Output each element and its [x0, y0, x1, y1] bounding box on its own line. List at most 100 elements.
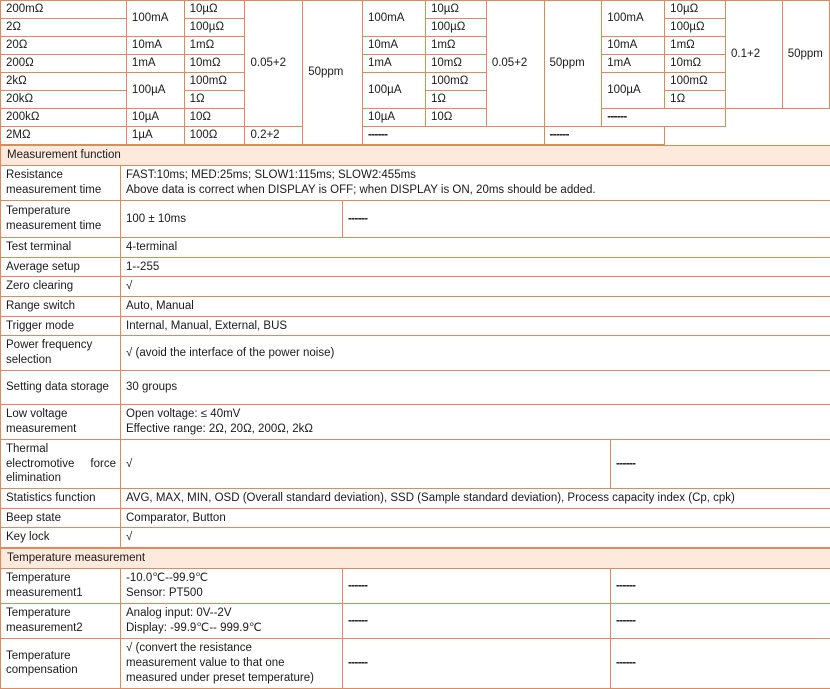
table-row: Key lock √ [1, 528, 830, 548]
row-value: 30 groups [121, 370, 830, 404]
value-line-2: Effective range: 2Ω, 20Ω, 200Ω, 2kΩ [126, 422, 826, 437]
value-line-2: Sensor: PT500 [126, 586, 338, 601]
row-label: Trigger mode [1, 316, 121, 336]
row-value-dash: ------ [343, 603, 611, 638]
value-line-3: measured under preset temperature) [126, 671, 338, 686]
resolution-cell: 1mΩ [184, 37, 245, 55]
current-cell: 100mA [126, 1, 184, 37]
resolution-cell: 100mΩ [665, 73, 726, 91]
resolution-cell: 100mΩ [184, 73, 245, 91]
value-line-1: Open voltage: ≤ 40mV [126, 407, 826, 422]
row-label: Test terminal [1, 237, 121, 257]
table-row: Beep state Comparator, Button [1, 508, 830, 528]
current-cell: 1mA [602, 55, 665, 73]
resolution-cell: 10mΩ [425, 55, 486, 73]
row-value: Comparator, Button [121, 508, 830, 528]
row-label: Thermal electromotive force elimination [1, 439, 121, 488]
row-value: √ (convert the resistance measurement va… [121, 638, 343, 688]
row-label: Temperature measurement time [1, 200, 121, 237]
empty-dash-cell: ------ [544, 127, 665, 145]
row-value: √ (avoid the interface of the power nois… [121, 336, 830, 370]
current-cell: 10mA [363, 37, 426, 55]
row-value: FAST:10ms; MED:25ms; SLOW1:115ms; SLOW2:… [121, 166, 830, 201]
row-value: 4-terminal [121, 237, 830, 257]
row-value: 1--255 [121, 257, 830, 277]
range-cell: 2MΩ [1, 127, 127, 145]
resolution-cell: 1Ω [665, 91, 726, 109]
row-value: Open voltage: ≤ 40mV Effective range: 2Ω… [121, 404, 830, 439]
row-value: √ [121, 528, 830, 548]
resolution-cell: 100mΩ [425, 73, 486, 91]
accuracy-cell: 0.05+2 [245, 1, 303, 127]
table-row: Statistics function AVG, MAX, MIN, OSD (… [1, 488, 830, 508]
table-row: Zero clearing √ [1, 277, 830, 297]
range-cell: 200Ω [1, 55, 127, 73]
current-cell: 100µA [602, 73, 665, 109]
current-cell: 10mA [126, 37, 184, 55]
table-row: Setting data storage 30 groups [1, 370, 830, 404]
row-value: 100 ± 10ms [121, 200, 343, 237]
current-cell: 100mA [363, 1, 426, 37]
row-value: Auto, Manual [121, 297, 830, 317]
accuracy-cell: 0.1+2 [726, 1, 783, 109]
section-header-row: Temperature measurement [1, 549, 830, 569]
table-row: Power frequency selection √ (avoid the i… [1, 336, 830, 370]
range-cell: 20kΩ [1, 91, 127, 109]
row-label: Temperature measurement1 [1, 569, 121, 604]
row-label: Temperature compensation [1, 638, 121, 688]
row-label: Power frequency selection [1, 336, 121, 370]
range-cell: 200mΩ [1, 1, 127, 19]
range-cell: 2Ω [1, 19, 127, 37]
row-value-dash: ------ [611, 439, 830, 488]
table-row: Low voltage measurement Open voltage: ≤ … [1, 404, 830, 439]
table-row: 20Ω 10mA 1mΩ 10mA 1mΩ 10mA 1mΩ [1, 37, 830, 55]
resolution-cell: 100µΩ [184, 19, 245, 37]
row-value-dash: ------ [611, 638, 830, 688]
resolution-cell: 1Ω [425, 91, 486, 109]
measurement-function-table: Measurement function Resistance measurem… [0, 145, 830, 548]
table-row: Range switch Auto, Manual [1, 297, 830, 317]
tempco-cell: 50ppm [303, 1, 363, 145]
row-label: Key lock [1, 528, 121, 548]
range-spec-table: 200mΩ 100mA 10µΩ 0.05+2 50ppm 100mA 10µΩ… [0, 0, 830, 145]
table-row: Average setup 1--255 [1, 257, 830, 277]
value-line-2: Display: -99.9℃-- 999.9℃ [126, 621, 338, 636]
range-cell: 200kΩ [1, 109, 127, 127]
resolution-cell: 10mΩ [184, 55, 245, 73]
table-row: Temperature measurement time 100 ± 10ms … [1, 200, 830, 237]
resolution-cell: 100µΩ [665, 19, 726, 37]
tempco-cell: 50ppm [544, 1, 602, 127]
range-cell: 2kΩ [1, 73, 127, 91]
current-cell: 10µA [363, 109, 426, 127]
resolution-cell: 100Ω [184, 127, 245, 145]
resolution-cell: 100µΩ [425, 19, 486, 37]
resolution-cell: 10mΩ [665, 55, 726, 73]
table-row: 200Ω 1mA 10mΩ 1mA 10mΩ 1mA 10mΩ [1, 55, 830, 73]
resolution-cell: 10Ω [184, 109, 245, 127]
row-label: Temperature measurement2 [1, 603, 121, 638]
section-header-row: Measurement function [1, 146, 830, 166]
row-value-dash: ------ [343, 569, 611, 604]
accuracy-cell: 0.05+2 [486, 1, 544, 127]
value-line-1: Analog input: 0V--2V [126, 606, 338, 621]
current-cell: 100µA [126, 73, 184, 109]
row-label: Zero clearing [1, 277, 121, 297]
section-title: Temperature measurement [1, 549, 830, 569]
table-row: 200kΩ 10µA 10Ω 10µA 10Ω ------ [1, 109, 830, 127]
row-label: Setting data storage [1, 370, 121, 404]
resolution-cell: 10µΩ [425, 1, 486, 19]
value-line-2: measurement value to that one [126, 656, 338, 671]
value-line-1: -10.0℃--99.9℃ [126, 571, 338, 586]
temperature-measurement-table: Temperature measurement Temperature meas… [0, 548, 830, 689]
empty-dash-cell: ------ [602, 109, 726, 127]
table-row: Thermal electromotive force elimination … [1, 439, 830, 488]
section-title: Measurement function [1, 146, 830, 166]
tempco-cell: 50ppm [782, 1, 829, 109]
table-row: Trigger mode Internal, Manual, External,… [1, 316, 830, 336]
table-row: Test terminal 4-terminal [1, 237, 830, 257]
current-cell: 1mA [126, 55, 184, 73]
row-value: Internal, Manual, External, BUS [121, 316, 830, 336]
row-label: Beep state [1, 508, 121, 528]
table-row: Temperature measurement1 -10.0℃--99.9℃ S… [1, 569, 830, 604]
current-cell: 1µA [126, 127, 184, 145]
